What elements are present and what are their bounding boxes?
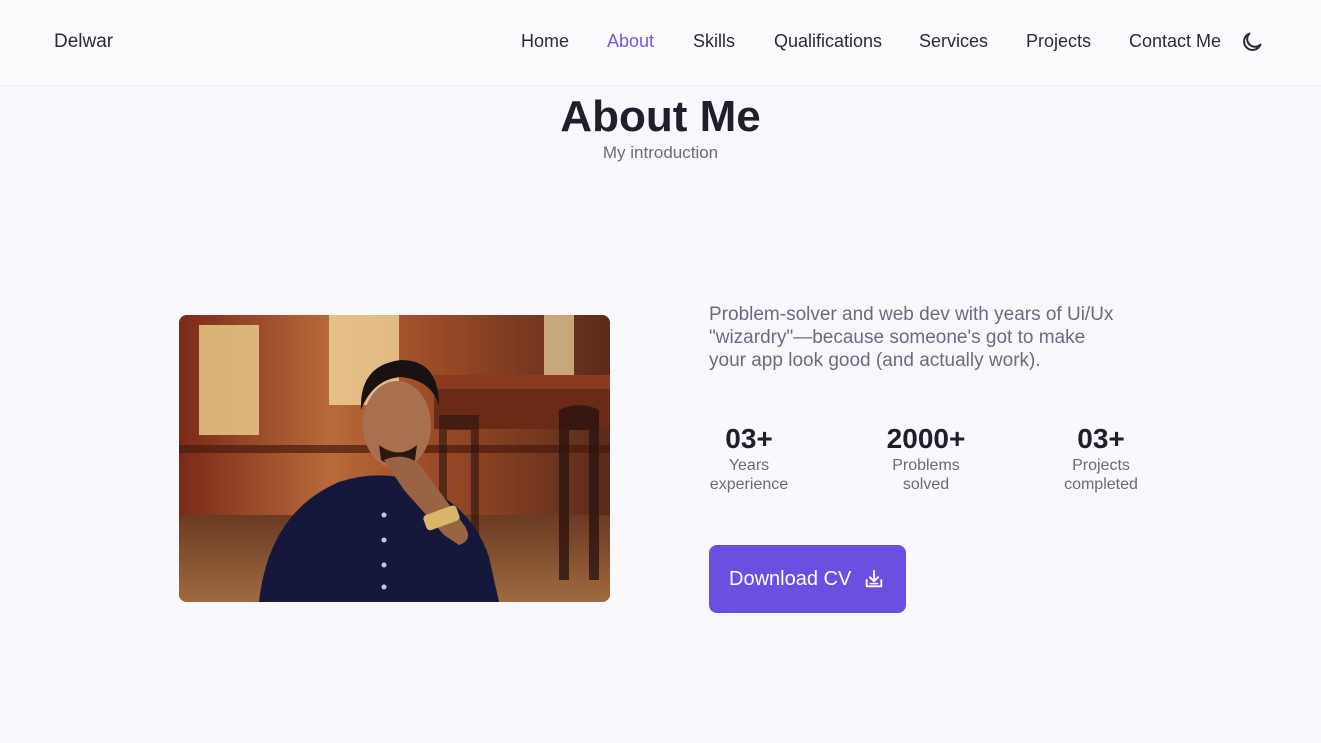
page-subtitle: My introduction <box>602 143 719 162</box>
stat-label-line: experience <box>709 476 789 493</box>
stat-value: 03+ <box>1077 423 1125 454</box>
nav-home[interactable]: Home <box>521 31 569 52</box>
download-cv-button[interactable]: Download CV <box>709 545 906 613</box>
nav-services[interactable]: Services <box>919 31 988 52</box>
stat-projects-completed: 03+ Projects completed <box>1051 424 1151 494</box>
stat-label: Problems solved <box>866 456 986 494</box>
description-line: Problem-solver and web dev with years of… <box>709 304 1114 325</box>
site-header: Delwar Home About Skills Qualifications … <box>0 0 1321 86</box>
nav-projects[interactable]: Projects <box>1026 31 1091 52</box>
description-line: "wizardry"—because someone's got to make <box>709 327 1086 348</box>
stat-label-line: Problems <box>892 457 960 474</box>
description-line: your app look good (and actually work). <box>709 350 1041 371</box>
nav-about[interactable]: About <box>607 31 654 52</box>
stat-value: 03+ <box>725 423 773 454</box>
profile-photo <box>179 315 610 602</box>
moon-icon[interactable] <box>1240 30 1264 54</box>
download-icon <box>866 569 883 588</box>
stat-label: Years experience <box>699 456 799 494</box>
stat-label: Projects completed <box>1051 456 1151 494</box>
stat-label-line: solved <box>902 476 950 493</box>
main-nav: Home About Skills Qualifications Service… <box>0 31 1321 53</box>
stat-value: 2000+ <box>886 423 966 454</box>
page-title: About Me <box>560 92 761 141</box>
stat-label-line: Projects <box>1072 457 1130 474</box>
nav-skills[interactable]: Skills <box>693 31 735 52</box>
stat-problems-solved: 2000+ Problems solved <box>866 424 986 494</box>
nav-qualifications[interactable]: Qualifications <box>774 31 882 52</box>
nav-contact-me[interactable]: Contact Me <box>1129 31 1221 52</box>
stat-label-line: Years <box>728 457 770 474</box>
about-description: Problem-solver and web dev with years of… <box>709 303 1149 372</box>
stat-label-line: completed <box>1064 476 1138 493</box>
stat-years-experience: 03+ Years experience <box>699 424 799 494</box>
download-cv-label: Download CV <box>729 567 852 590</box>
